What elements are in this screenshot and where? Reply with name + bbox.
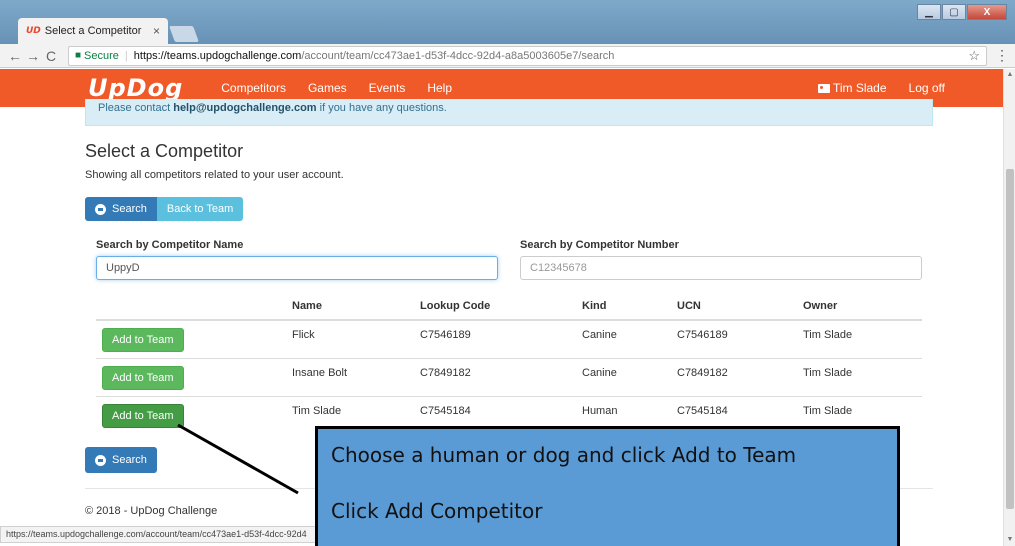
table-row: Add to Team Insane Bolt C7849182 Canine …: [96, 357, 922, 396]
search-circle-icon: [95, 203, 106, 215]
action-cell: Add to Team: [96, 395, 286, 434]
annotation-callout: Choose a human or dog and click Add to T…: [315, 426, 900, 546]
add-to-team-button[interactable]: Add to Team: [102, 328, 184, 352]
user-card-icon: [817, 83, 830, 93]
nav-logoff[interactable]: Log off: [909, 81, 945, 95]
minimize-icon[interactable]: ▁: [917, 4, 941, 20]
secure-label: Secure: [84, 49, 119, 62]
bottom-search-button[interactable]: Search: [85, 447, 157, 473]
close-tab-icon[interactable]: ×: [153, 24, 160, 38]
cell-lookup: C7849182: [414, 357, 576, 396]
add-to-team-button[interactable]: Add to Team: [102, 365, 184, 390]
search-button[interactable]: Search: [85, 197, 157, 221]
cell-owner: Tim Slade: [797, 357, 922, 396]
add-to-team-button[interactable]: Add to Team: [102, 403, 184, 428]
header-kind: Kind: [576, 293, 671, 321]
cell-name: Insane Bolt: [286, 357, 414, 396]
help-email-link[interactable]: help@updogchallenge.com: [173, 102, 316, 114]
scroll-down-icon[interactable]: ▼: [1004, 534, 1015, 546]
nav-events[interactable]: Events: [369, 81, 406, 95]
header-name: Name: [286, 293, 414, 321]
cell-ucn: C7546189: [671, 319, 797, 358]
cell-lookup: C7546189: [414, 319, 576, 358]
name-search-label: Search by Competitor Name: [96, 239, 244, 251]
cell-ucn: C7849182: [671, 357, 797, 396]
annotation-line-1: Choose a human or dog and click Add to T…: [331, 443, 797, 467]
updog-favicon-icon: UD: [26, 26, 41, 36]
alert-prefix: Please contact: [98, 102, 174, 114]
scroll-thumb[interactable]: [1006, 169, 1014, 509]
search-button-label: Search: [112, 203, 147, 215]
cell-kind: Canine: [576, 357, 671, 396]
header-owner: Owner: [797, 293, 922, 321]
maximize-icon[interactable]: ▢: [942, 4, 966, 20]
page-scrollbar[interactable]: ▲ ▼: [1003, 69, 1015, 546]
table-row: Add to Team Flick C7546189 Canine C75461…: [96, 319, 922, 358]
nav-competitors[interactable]: Competitors: [221, 81, 286, 95]
info-alert: Please contact help@updogchallenge.com i…: [85, 99, 933, 126]
reload-icon[interactable]: C: [42, 48, 60, 64]
lock-icon: ■: [75, 50, 82, 61]
nav-games[interactable]: Games: [308, 81, 347, 95]
action-cell: Add to Team: [96, 319, 286, 358]
url-field[interactable]: ■ Secure | https://teams.updogchallenge.…: [68, 45, 987, 66]
back-to-team-button[interactable]: Back to Team: [156, 197, 244, 221]
nav-user[interactable]: Tim Slade: [833, 81, 887, 95]
action-cell: Add to Team: [96, 357, 286, 396]
competitor-table: Name Lookup Code Kind UCN Owner Add to T…: [96, 293, 922, 434]
address-bar: ← → C ■ Secure | https://teams.updogchal…: [0, 44, 1015, 68]
competitor-number-input[interactable]: C12345678: [520, 256, 922, 280]
competitor-name-input[interactable]: UppyD: [96, 256, 498, 280]
bottom-search-label: Search: [112, 454, 147, 466]
nav-help[interactable]: Help: [427, 81, 452, 95]
header-lookup-code: Lookup Code: [414, 293, 576, 321]
page-title: Select a Competitor: [85, 141, 244, 161]
search-circle-icon: [95, 454, 106, 466]
back-icon[interactable]: ←: [6, 48, 24, 64]
user-menu: Tim Slade Log off: [817, 81, 945, 95]
url-host: https://teams.updogchallenge.com: [133, 49, 302, 62]
number-search-label: Search by Competitor Number: [520, 239, 679, 251]
url-separator: |: [124, 49, 128, 62]
url-path: /account/team/cc473ae1-d53f-4dcc-92d4-a8…: [301, 49, 615, 62]
cell-owner: Tim Slade: [797, 319, 922, 358]
browser-titlebar: UD Select a Competitor × ▁ ▢ X: [0, 0, 1015, 44]
page-footer: © 2018 - UpDog Challenge: [85, 505, 218, 517]
updog-logo[interactable]: UpDog: [88, 74, 183, 102]
tab-title: Select a Competitor: [44, 25, 142, 37]
header-action: [96, 293, 286, 321]
forward-icon[interactable]: →: [24, 48, 42, 64]
cell-kind: Canine: [576, 319, 671, 358]
annotation-line-2: Click Add Competitor: [331, 499, 543, 523]
browser-menu-icon[interactable]: ⋮: [995, 47, 1009, 64]
bookmark-star-icon[interactable]: ☆: [968, 48, 980, 64]
alert-suffix: if you have any questions.: [316, 102, 447, 114]
close-window-icon[interactable]: X: [967, 4, 1007, 20]
header-ucn: UCN: [671, 293, 797, 321]
table-header-row: Name Lookup Code Kind UCN Owner: [96, 293, 922, 321]
new-tab-button[interactable]: [169, 26, 199, 42]
page-subtitle: Showing all competitors related to your …: [85, 169, 344, 181]
scroll-up-icon[interactable]: ▲: [1004, 69, 1015, 81]
status-bar-url: https://teams.updogchallenge.com/account…: [0, 526, 320, 543]
window-controls: ▁ ▢ X: [917, 4, 1007, 20]
browser-tab[interactable]: UD Select a Competitor ×: [18, 18, 168, 44]
search-button-group: Search Back to Team: [85, 197, 244, 221]
cell-name: Flick: [286, 319, 414, 358]
